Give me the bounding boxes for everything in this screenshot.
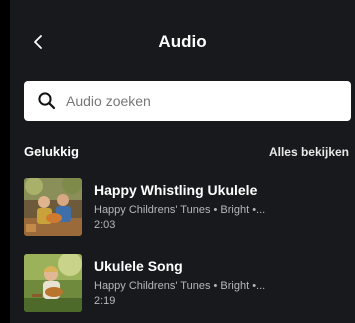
audio-panel: Audio Gelukkig Alles bekijken xyxy=(10,0,355,323)
search-icon xyxy=(38,92,56,110)
track-title: Happy Whistling Ukulele xyxy=(94,182,258,198)
track-meta: Happy Childrens' Tunes • Bright •... xyxy=(94,204,266,216)
track-duration: 2:19 xyxy=(94,295,116,307)
audio-track-item[interactable]: Ukulele Song Happy Childrens' Tunes • Br… xyxy=(24,254,349,316)
search-input[interactable] xyxy=(66,81,336,121)
search-box[interactable] xyxy=(24,81,351,121)
audio-track-item[interactable]: Happy Whistling Ukulele Happy Childrens'… xyxy=(24,178,349,240)
page-title: Audio xyxy=(158,32,207,51)
see-all-link[interactable]: Alles bekijken xyxy=(269,144,349,160)
track-thumbnail xyxy=(24,254,82,312)
track-meta: Happy Childrens' Tunes • Bright •... xyxy=(94,280,266,292)
section-title: Gelukkig xyxy=(24,144,79,159)
track-duration: 2:03 xyxy=(94,219,116,231)
track-thumbnail xyxy=(24,178,82,236)
panel-header: Audio xyxy=(10,0,355,80)
track-title: Ukulele Song xyxy=(94,258,183,274)
